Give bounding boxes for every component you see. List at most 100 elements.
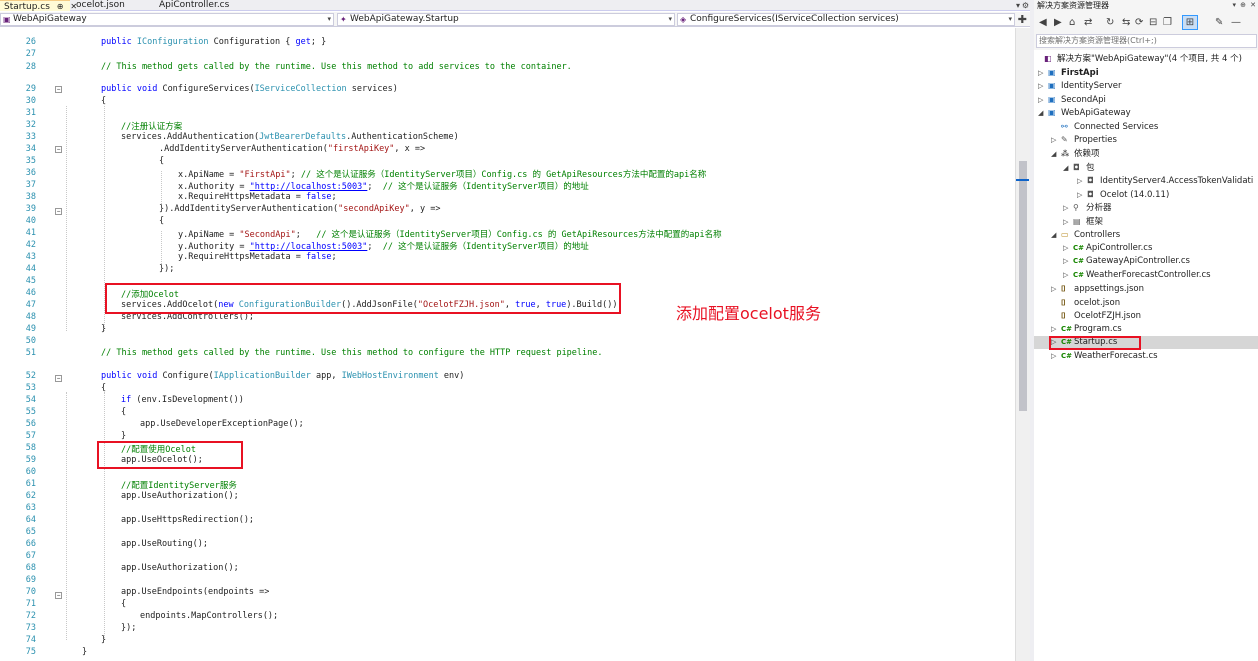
tree-item-gatewayapicontroller[interactable]: ▷ C# GatewayApiController.cs [1063,255,1190,268]
framework-icon: ▤ [1073,217,1081,226]
expand-icon[interactable]: ▷ [1051,134,1061,147]
forward-icon[interactable]: ▶ [1054,16,1062,30]
show-all-files-icon[interactable]: ❐ [1163,16,1172,30]
gear-icon[interactable]: ⚙ [1022,0,1029,11]
code-line: endpoints.MapControllers(); [140,611,279,621]
expand-icon[interactable]: ▷ [1077,175,1087,188]
scrollbar-thumb[interactable] [1019,161,1027,411]
collapse-toggle-icon[interactable]: − [55,592,62,599]
expand-icon[interactable]: ▷ [1063,269,1073,282]
tree-item-packages[interactable]: ◢ ◘ 包 [1063,161,1095,174]
tab-ocelot-json[interactable]: ocelot.json [72,0,129,11]
tree-item-identityserver[interactable]: ▷ ▣ IdentityServer [1038,79,1121,92]
tree-item-ocelot-json[interactable]: ⌷ ocelot.json [1061,296,1120,309]
properties-wrench-icon[interactable]: ✎ [1215,16,1223,30]
chevron-down-icon: ▾ [327,15,331,23]
collapse-toggle-icon[interactable]: − [55,208,62,215]
collapse-all-icon[interactable]: ⊟ [1149,16,1157,30]
pin-icon[interactable]: ⊕ [1240,0,1246,11]
tree-item-program[interactable]: ▷ C# Program.cs [1051,323,1122,336]
type-dropdown[interactable]: ✦ WebApiGateway.Startup ▾ [337,13,675,26]
wrench-icon: ✎ [1061,135,1068,144]
tree-item-solution[interactable]: ◧ 解决方案"WebApiGateway"(4 个项目, 共 4 个) [1044,52,1242,65]
collapse-toggle-icon[interactable]: − [55,86,62,93]
line-number: 34 [25,144,36,154]
tree-item-dependencies[interactable]: ◢ ⁂ 依赖项 [1051,147,1100,160]
tree-item-appsettings[interactable]: ▷ ⌷ appsettings.json [1051,282,1144,295]
collapse-icon[interactable]: ◢ [1051,229,1061,242]
expand-icon[interactable]: ▷ [1051,323,1061,336]
project-icon: ▣ [1048,81,1056,90]
sync-icon[interactable]: ⇆ [1122,16,1130,30]
pin-icon[interactable]: ⊕ [57,2,64,11]
line-number: 36 [25,168,36,178]
package-icon: ◘ [1073,163,1080,172]
tree-item-weatherforecast[interactable]: ▷ C# WeatherForecast.cs [1051,350,1158,363]
solution-search-input[interactable]: 搜索解决方案资源管理器(Ctrl+;) [1036,34,1257,48]
tree-item-frameworks[interactable]: ▷ ▤ 框架 [1063,215,1103,228]
member-dropdown[interactable]: ◈ ConfigureServices(IServiceCollection s… [677,13,1015,26]
class-icon: ✦ [340,15,347,24]
code-line: public IConfiguration Configuration { ge… [101,37,327,47]
code-line: //配置IdentityServer服务 [121,481,237,491]
code-area[interactable]: 26 27 28 29 30 31 32 33 34 35 36 37 38 39 40 41 42 43 44 45… [0,28,1015,661]
close-icon[interactable]: ✕ [1250,0,1256,11]
tree-item-controllers[interactable]: ◢ ▭ Controllers [1051,228,1120,241]
highlight-box-addocelot [105,283,621,314]
expand-icon[interactable]: ▷ [1063,255,1073,268]
dropdown-icon[interactable]: ▾ [1232,0,1236,11]
home-icon[interactable]: ⌂ [1069,16,1075,30]
tree-item-analyzers[interactable]: ▷ ⚲ 分析器 [1063,201,1112,214]
tree-item-secondapi[interactable]: ▷ ▣ SecondApi [1038,93,1106,106]
project-dropdown[interactable]: ▣ WebApiGateway ▾ [0,13,334,26]
refresh-icon[interactable]: ⟳ [1135,16,1143,30]
code-line: y.RequireHttpsMetadata = false; [178,252,337,262]
tree-item-ocelotfzjh-json[interactable]: ⌷ OcelotFZJH.json [1061,309,1141,322]
tree-item-weatherforecastcontroller[interactable]: ▷ C# WeatherForecastController.cs [1063,269,1211,282]
split-editor-icon[interactable]: ✚ [1018,13,1027,26]
project-icon: ▣ [1048,68,1056,77]
line-number: 52 [25,371,36,381]
tree-item-apicontroller[interactable]: ▷ C# ApiController.cs [1063,242,1152,255]
history-icon[interactable]: ↻ [1106,16,1114,30]
vertical-scrollbar[interactable] [1015,28,1030,661]
tree-item-webapigateway[interactable]: ◢ ▣ WebApiGateway [1038,106,1131,119]
back-icon[interactable]: ◀ [1039,16,1047,30]
collapse-toggle-icon[interactable]: − [55,375,62,382]
expand-icon[interactable]: ▷ [1063,242,1073,255]
tab-overflow-chevron-icon[interactable]: ▾ [1016,0,1020,11]
expand-icon[interactable]: ▷ [1051,350,1061,363]
line-number: 58 [25,443,36,453]
line-number: 64 [25,515,36,525]
tree-item-connected-services[interactable]: ⚯ Connected Services [1061,120,1158,133]
collapse-icon[interactable]: ◢ [1038,107,1048,120]
solution-explorer-title: 解决方案资源管理器 ▾ ⊕ ✕ [1037,0,1256,11]
switch-views-icon[interactable]: ⇄ [1084,16,1092,30]
tree-item-package-identityserver4[interactable]: ▷ ◘ IdentityServer4.AccessTokenValidati [1077,174,1253,187]
code-editor[interactable]: Startup.cs ⊕ ✕ ocelot.json ApiController… [0,0,1030,661]
code-line: x.RequireHttpsMetadata = false; [178,192,337,202]
code-line: app.UseHttpsRedirection(); [121,515,255,525]
tab-apicontroller-cs[interactable]: ApiController.cs [155,0,233,11]
code-line: }); [159,264,175,274]
expand-icon[interactable]: ▷ [1038,80,1048,93]
line-number: 66 [25,539,36,549]
dependencies-icon: ⁂ [1061,149,1070,158]
line-number: 53 [25,383,36,393]
expand-icon[interactable]: ▷ [1063,202,1073,215]
csharp-file-icon: C# [1061,325,1073,333]
tree-item-firstapi[interactable]: ▷ ▣ FirstApi [1038,66,1099,79]
code-line: app.UseAuthorization(); [121,491,239,501]
code-line: services.AddAuthentication(JwtBearerDefa… [121,132,459,142]
tree-item-properties[interactable]: ▷ ✎ Properties [1051,133,1117,146]
tab-startup-cs[interactable]: Startup.cs ⊕ ✕ [0,0,77,12]
collapse-icon[interactable]: ◢ [1063,162,1073,175]
collapse-toggle-icon[interactable]: − [55,146,62,153]
minimize-icon[interactable]: — [1231,16,1241,30]
preview-selected-icon[interactable]: ⊞ [1182,15,1198,30]
collapse-icon[interactable]: ◢ [1051,148,1061,161]
expand-icon[interactable]: ▷ [1051,283,1061,296]
tree-item-package-ocelot[interactable]: ▷ ◘ Ocelot (14.0.11) [1077,188,1169,201]
json-file-icon: ⌷ [1061,298,1066,307]
code-line: }).AddIdentityServerAuthentication("seco… [159,204,441,214]
